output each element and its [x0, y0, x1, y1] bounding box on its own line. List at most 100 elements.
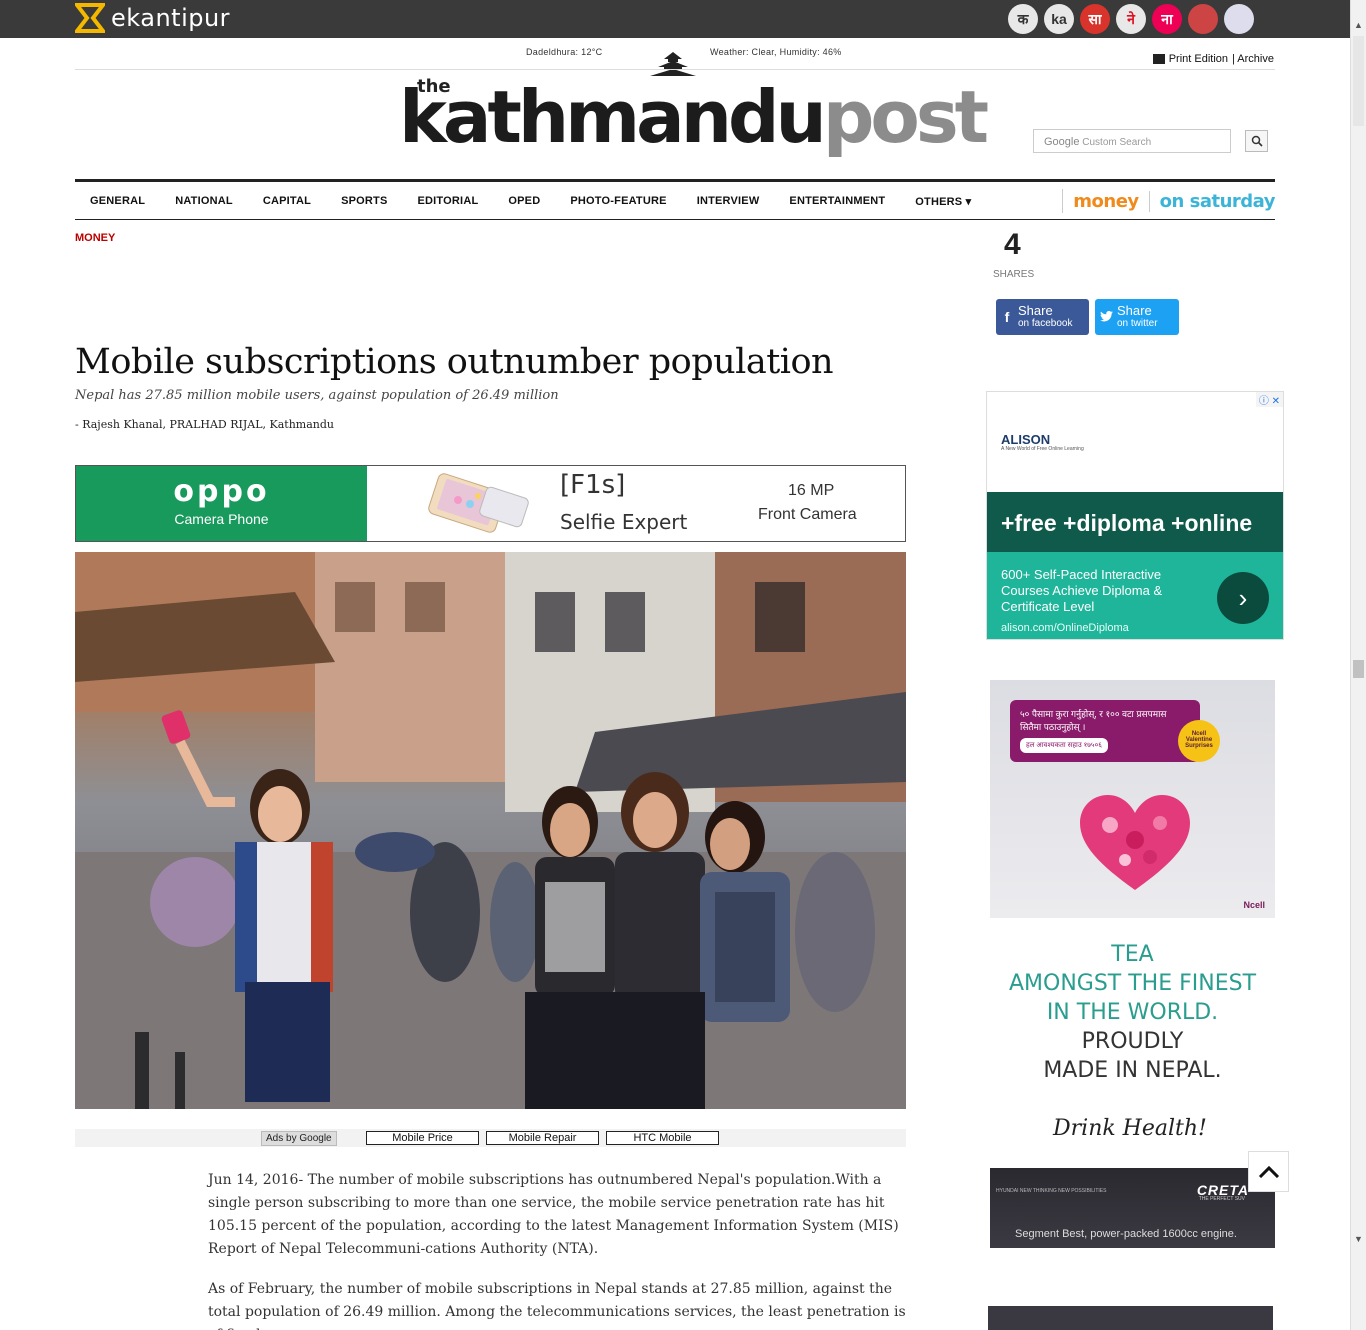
ncell-ad[interactable]: ५० पैसामा कुरा गर्नुहोस्, र १०० वटा प्रस…	[990, 680, 1275, 918]
alison-ad-bottom: 600+ Self-Paced Interactive Courses Achi…	[987, 552, 1283, 639]
sister-site-kantipur-icon[interactable]: क	[1008, 4, 1038, 34]
search-placeholder: Custom Search	[1082, 137, 1152, 148]
ads-by-google-label[interactable]: Ads by Google	[261, 1131, 337, 1146]
twitter-icon	[1095, 309, 1117, 325]
oppo-banner-ad[interactable]: oppo Camera Phone [F1s] Selfie Expert 16…	[75, 465, 906, 542]
facebook-share-sub: on facebook	[1018, 318, 1073, 329]
ad-link-htc-mobile[interactable]: HTC Mobile	[606, 1131, 719, 1145]
on-saturday-supplement-logo[interactable]: on saturday	[1148, 190, 1276, 212]
alison-headline: +free +diploma +online	[987, 492, 1283, 552]
alison-description: 600+ Self-Paced Interactive Courses Achi…	[1001, 567, 1163, 614]
oppo-sub: Camera Phone	[174, 511, 269, 527]
kathmandu-post-logo[interactable]: the kathmandupost	[399, 72, 989, 162]
article-paragraph-2: As of February, the number of mobile sub…	[208, 1281, 906, 1330]
sister-site-radio-icon[interactable]	[1188, 4, 1218, 34]
ekantipur-logo[interactable]: ekantipur	[75, 3, 230, 33]
nav-editorial[interactable]: EDITORIAL	[403, 195, 494, 207]
printer-icon	[1152, 54, 1165, 64]
print-archive-links: Print Edition | Archive	[1152, 53, 1274, 65]
nav-interview[interactable]: INTERVIEW	[682, 195, 775, 207]
share-twitter-button[interactable]: Share on twitter	[1095, 299, 1179, 335]
hyundai-creta-ad[interactable]: HYUNDAI NEW THINKING NEW POSSIBILITIES C…	[990, 1168, 1275, 1248]
article-category[interactable]: MONEY	[75, 232, 115, 244]
shares-label: SHARES	[993, 269, 1035, 280]
search-input[interactable]: Google Custom Search	[1033, 129, 1231, 153]
tea-line-3: IN THE WORLD.	[1046, 1000, 1219, 1025]
print-edition-link[interactable]: Print Edition	[1169, 53, 1228, 65]
article-title: Mobile subscriptions outnumber populatio…	[75, 342, 834, 382]
ad-link-mobile-repair[interactable]: Mobile Repair	[486, 1131, 599, 1145]
search-google-brand: Google	[1044, 136, 1080, 148]
nav-entertainment[interactable]: ENTERTAINMENT	[774, 195, 900, 207]
archive-link[interactable]: | Archive	[1232, 53, 1274, 65]
alison-tag: A New World of Free Online Learning	[1001, 446, 1084, 452]
oppo-phone-image	[428, 473, 529, 533]
tea-ad[interactable]: TEA AMONGST THE FINEST IN THE WORLD. PRO…	[990, 940, 1275, 1085]
twitter-share-label: Share	[1117, 303, 1152, 318]
heart-icon	[1080, 795, 1190, 890]
scroll-down-arrow-icon[interactable]: ▼	[1354, 1234, 1363, 1244]
sister-site-nari-icon[interactable]: ना	[1152, 4, 1182, 34]
creta-text: Segment Best, power-packed 1600cc engine…	[1015, 1228, 1237, 1240]
search-icon	[1251, 135, 1263, 147]
scroll-up-arrow-icon[interactable]: ▲	[1354, 20, 1363, 30]
oppo-model: [F1s]	[560, 470, 626, 500]
logo-the: the	[417, 76, 451, 97]
oppo-mp: 16 MP	[788, 482, 835, 499]
sister-site-tv-icon[interactable]	[1224, 4, 1254, 34]
oppo-brand: oppo	[173, 474, 270, 509]
header-divider	[75, 69, 1275, 70]
tea-line-4: PROUDLY	[1081, 1029, 1184, 1054]
scroll-thumb[interactable]	[1353, 660, 1364, 678]
article-subtitle: Nepal has 27.85 million mobile users, ag…	[75, 388, 559, 403]
google-ads-row: Ads by Google Mobile Price Mobile Repair…	[75, 1129, 906, 1147]
ad-link-mobile-price[interactable]: Mobile Price	[366, 1131, 479, 1145]
sister-site-saptahik-icon[interactable]: सा	[1080, 4, 1110, 34]
main-nav: GENERAL NATIONAL CAPITAL SPORTS EDITORIA…	[75, 179, 1276, 220]
share-facebook-button[interactable]: f Share on facebook	[996, 299, 1089, 335]
sister-site-ka-icon[interactable]: ka	[1044, 4, 1074, 34]
scroll-track-shade	[1353, 36, 1364, 126]
ekantipur-brand: ekantipur	[111, 4, 231, 32]
facebook-share-label: Share	[1018, 303, 1053, 318]
back-to-top-button[interactable]	[1248, 1151, 1289, 1192]
page-scrollbar[interactable]: ▲ ▼	[1350, 0, 1366, 1330]
ncell-valentine-badge: Ncell Valentine Surprises	[1178, 720, 1220, 762]
alison-brand: ALISON	[1001, 432, 1051, 447]
alison-url[interactable]: alison.com/OnlineDiploma	[1001, 622, 1129, 634]
article-photo-illustration	[75, 552, 906, 1109]
article-paragraph-1: Jun 14, 2016- The number of mobile subsc…	[208, 1172, 899, 1257]
nav-others[interactable]: OTHERS ▾	[900, 195, 986, 208]
nav-oped[interactable]: OPED	[493, 195, 555, 207]
chevron-up-icon	[1258, 1165, 1279, 1178]
search-button[interactable]	[1245, 130, 1268, 152]
nav-separator	[1062, 189, 1064, 213]
tea-drink-health: Drink Health!	[1053, 1116, 1207, 1141]
nav-others-label: OTHERS	[915, 195, 963, 208]
ncell-logo: Ncell	[1243, 900, 1265, 910]
oppo-brand-panel: oppo Camera Phone	[76, 466, 367, 541]
logo-post: post	[822, 75, 989, 159]
money-supplement-logo[interactable]: money	[1073, 191, 1139, 212]
sister-sites: क ka सा ने ना	[1008, 4, 1254, 34]
nav-sports[interactable]: SPORTS	[326, 195, 402, 207]
creta-sub: THE PERFECT SUV	[1198, 1196, 1245, 1202]
sister-site-nepal-icon[interactable]: ने	[1116, 4, 1146, 34]
tea-line-2: AMONGST THE FINEST	[1008, 971, 1257, 996]
creta-hyundai-tag: HYUNDAI NEW THINKING NEW POSSIBILITIES	[996, 1188, 1107, 1194]
alison-ad[interactable]: ALISON A New World of Free Online Learni…	[986, 391, 1284, 640]
oppo-tagline: Selfie Expert	[560, 510, 688, 534]
nav-photo-feature[interactable]: PHOTO-FEATURE	[555, 195, 681, 207]
nav-general[interactable]: GENERAL	[75, 195, 160, 207]
ncell-bubble: ५० पैसामा कुरा गर्नुहोस्, र १०० वटा प्रस…	[1010, 700, 1200, 762]
article-photo[interactable]	[75, 552, 906, 1109]
chevron-down-icon: ▾	[965, 195, 972, 208]
chevron-right-icon[interactable]: ›	[1217, 572, 1269, 624]
bottom-sidebar-ad[interactable]	[988, 1306, 1273, 1330]
tea-line-5: MADE IN NEPAL.	[1043, 1058, 1222, 1083]
nav-national[interactable]: NATIONAL	[160, 195, 248, 207]
ekantipur-mark-icon	[75, 3, 105, 33]
nav-capital[interactable]: CAPITAL	[248, 195, 326, 207]
weather-status: Weather: Clear, Humidity: 46%	[710, 47, 842, 57]
ad-choices-icon[interactable]: ⓘ ✕	[1255, 392, 1283, 407]
